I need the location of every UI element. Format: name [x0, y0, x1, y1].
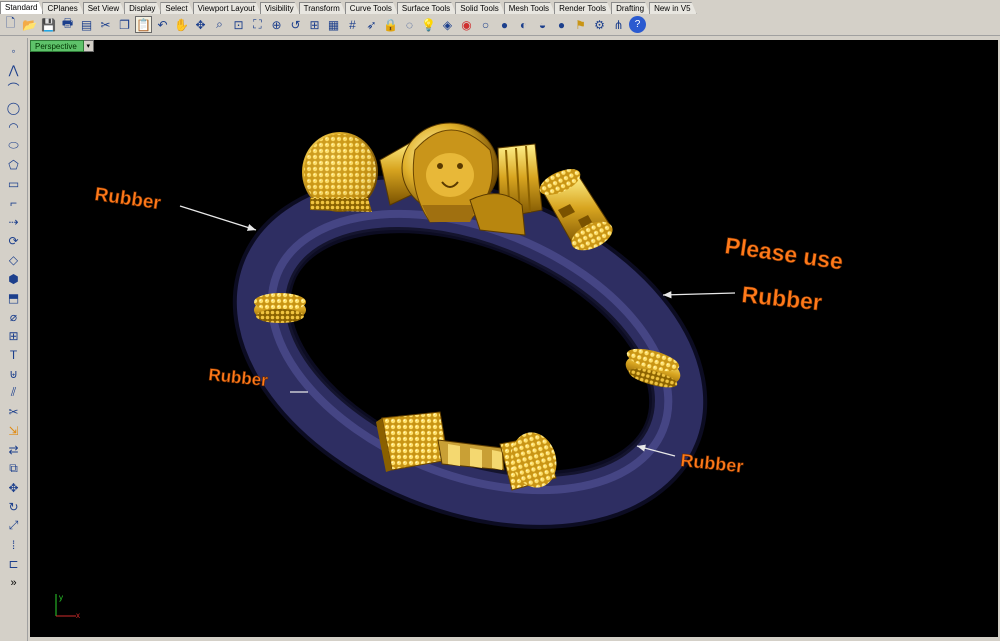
join-icon[interactable]: ⇄ — [5, 441, 23, 458]
layer-icon[interactable]: ◈ — [439, 16, 456, 33]
tab-solid-tools[interactable]: Solid Tools — [455, 2, 505, 14]
rotate-view-icon[interactable]: ✥ — [192, 16, 209, 33]
cut-icon[interactable]: ✂ — [97, 16, 114, 33]
new-file-icon[interactable]: 🗋 — [2, 16, 19, 33]
construction-plane-icon[interactable]: ▦ — [325, 16, 342, 33]
print-icon[interactable]: 🖶 — [59, 16, 76, 33]
boolean-union-icon[interactable]: ⊎ — [5, 365, 23, 382]
extend-icon[interactable]: ⇢ — [5, 213, 23, 230]
zoom-icon[interactable]: ⌕ — [211, 16, 228, 33]
tab-display[interactable]: Display — [124, 2, 161, 14]
array-icon[interactable]: ⁞ — [5, 536, 23, 553]
align-icon[interactable]: ⊏ — [5, 555, 23, 572]
left-tool-palette: ◦ ⋀ ⌒ ◯ ◠ ⬭ ⬠ ▭ ⌐ ⇢ ⟳ ◇ ⬢ ⬒ ⌀ ⊞ T ⊎ ⫽ ✂ ⇲ ⇄ ⧉ ✥ ↻ ⤢ ⁞ ⊏ » — [0, 38, 28, 641]
tab-render-tools[interactable]: Render Tools — [554, 2, 612, 14]
text-icon[interactable]: T — [5, 346, 23, 363]
point-icon[interactable]: ◦ — [5, 42, 23, 59]
split-icon[interactable]: ⫽ — [5, 384, 23, 401]
light-icon[interactable]: 💡 — [420, 16, 437, 33]
paste-icon[interactable]: 📋 — [135, 16, 152, 33]
tab-select[interactable]: Select — [160, 2, 193, 14]
save-icon[interactable]: 💾 — [40, 16, 57, 33]
ellipse-icon[interactable]: ⬭ — [5, 137, 23, 154]
undo-view-icon[interactable]: ↺ — [287, 16, 304, 33]
bracelet-render: Rubber Please use Rubber Rubber Rubber y… — [55, 122, 845, 620]
undo-icon[interactable]: ↶ — [154, 16, 171, 33]
zoom-selected-icon[interactable]: ⊕ — [268, 16, 285, 33]
color-wheel-icon[interactable]: ◉ — [458, 16, 475, 33]
viewport-title-tab[interactable]: Perspective ▾ — [30, 40, 94, 52]
annotation-rubber-left-top: Rubber — [93, 184, 162, 214]
tab-cplanes[interactable]: CPlanes — [42, 2, 83, 14]
trim-icon[interactable]: ✂ — [5, 403, 23, 420]
fillet-icon[interactable]: ⌐ — [5, 194, 23, 211]
pipe-icon[interactable]: ⌀ — [5, 308, 23, 325]
axis-y-label: y — [59, 593, 63, 602]
ghosted-icon[interactable]: ◒ — [534, 16, 551, 33]
tab-surface-tools[interactable]: Surface Tools — [397, 2, 456, 14]
tab-drafting[interactable]: Drafting — [611, 2, 650, 14]
gold-dotted-ball — [302, 132, 378, 212]
gear-options-icon[interactable]: ⚙ — [591, 16, 608, 33]
annotation-rubber-right: Rubber — [740, 281, 823, 315]
toolbar-tab-strip: Standard CPlanes Set View Display Select View… — [0, 0, 1000, 14]
four-viewports-icon[interactable]: ⊞ — [306, 16, 323, 33]
zoom-window-icon[interactable]: ⊡ — [230, 16, 247, 33]
explode-icon[interactable]: ⇲ — [5, 422, 23, 439]
rendered-icon[interactable]: ◐ — [515, 16, 532, 33]
grid-snap-icon[interactable]: # — [344, 16, 361, 33]
surface-corner-icon[interactable]: ◇ — [5, 251, 23, 268]
annotation-please-use: Please use — [723, 232, 844, 274]
mesh-icon[interactable]: ⊞ — [5, 327, 23, 344]
axis-x-label: x — [76, 611, 80, 620]
select-objects-icon[interactable]: ➶ — [363, 16, 380, 33]
lock-icon[interactable]: 🔒 — [382, 16, 399, 33]
hide-object-icon[interactable]: ◌ — [401, 16, 418, 33]
copy-icon[interactable]: ❐ — [116, 16, 133, 33]
arrow-left-top — [179, 205, 257, 231]
open-folder-icon[interactable]: 📂 — [21, 16, 38, 33]
solid-box-icon[interactable]: ⬢ — [5, 270, 23, 287]
pan-hand-icon[interactable]: ✋ — [173, 16, 190, 33]
tab-new-in-v5[interactable]: New in V5 — [649, 2, 696, 14]
tab-visibility[interactable]: Visibility — [260, 2, 300, 14]
wireframe-icon[interactable]: ○ — [477, 16, 494, 33]
sphere-render-icon[interactable]: ● — [553, 16, 570, 33]
circle-icon[interactable]: ◯ — [5, 99, 23, 116]
world-axis-widget: y x — [55, 593, 80, 620]
extrude-icon[interactable]: ⬒ — [5, 289, 23, 306]
more-tools-icon[interactable]: » — [5, 574, 23, 591]
help-icon[interactable]: ? — [629, 16, 646, 33]
shaded-icon[interactable]: ● — [496, 16, 513, 33]
tab-mesh-tools[interactable]: Mesh Tools — [504, 2, 555, 14]
hierarchy-icon[interactable]: ⋔ — [610, 16, 627, 33]
arrow-right — [662, 291, 736, 299]
zoom-extents-icon[interactable]: ⛶ — [249, 16, 266, 33]
viewport-menu-chevron-down-icon[interactable]: ▾ — [83, 40, 94, 52]
standard-toolbar: 🗋 📂 💾 🖶 ▤ ✂ ❐ 📋 ↶ ✋ ✥ ⌕ ⊡ ⛶ ⊕ ↺ ⊞ ▦ # ➶ 🔒 ◌ 💡 ◈ ◉ ○ ● ◐ ◒ ● ⚑ ⚙ ⋔? — [0, 14, 1000, 36]
annotation-rubber-right-bottom: Rubber — [680, 450, 745, 476]
render-icon[interactable]: ⚑ — [572, 16, 589, 33]
polyline-icon[interactable]: ⋀ — [5, 61, 23, 78]
polygon-icon[interactable]: ⬠ — [5, 156, 23, 173]
rotate-icon[interactable]: ↻ — [5, 498, 23, 515]
viewport-title[interactable]: Perspective — [30, 40, 84, 52]
group-icon[interactable]: ⧉ — [5, 460, 23, 477]
curve-icon[interactable]: ⌒ — [5, 80, 23, 97]
tab-standard[interactable]: Standard — [0, 1, 43, 14]
tab-transform[interactable]: Transform — [299, 2, 346, 14]
gold-ring-left — [254, 293, 306, 323]
arc-icon[interactable]: ◠ — [5, 118, 23, 135]
tab-set-view[interactable]: Set View — [83, 2, 125, 14]
properties-icon[interactable]: ▤ — [78, 16, 95, 33]
move-icon[interactable]: ✥ — [5, 479, 23, 496]
perspective-viewport[interactable]: Perspective ▾ Rubber Please use Rubber R… — [30, 40, 998, 637]
offset-icon[interactable]: ⟳ — [5, 232, 23, 249]
tab-curve-tools[interactable]: Curve Tools — [345, 2, 398, 14]
tab-viewport-layout[interactable]: Viewport Layout — [193, 2, 261, 14]
rectangle-icon[interactable]: ▭ — [5, 175, 23, 192]
scale-icon[interactable]: ⤢ — [5, 517, 23, 534]
